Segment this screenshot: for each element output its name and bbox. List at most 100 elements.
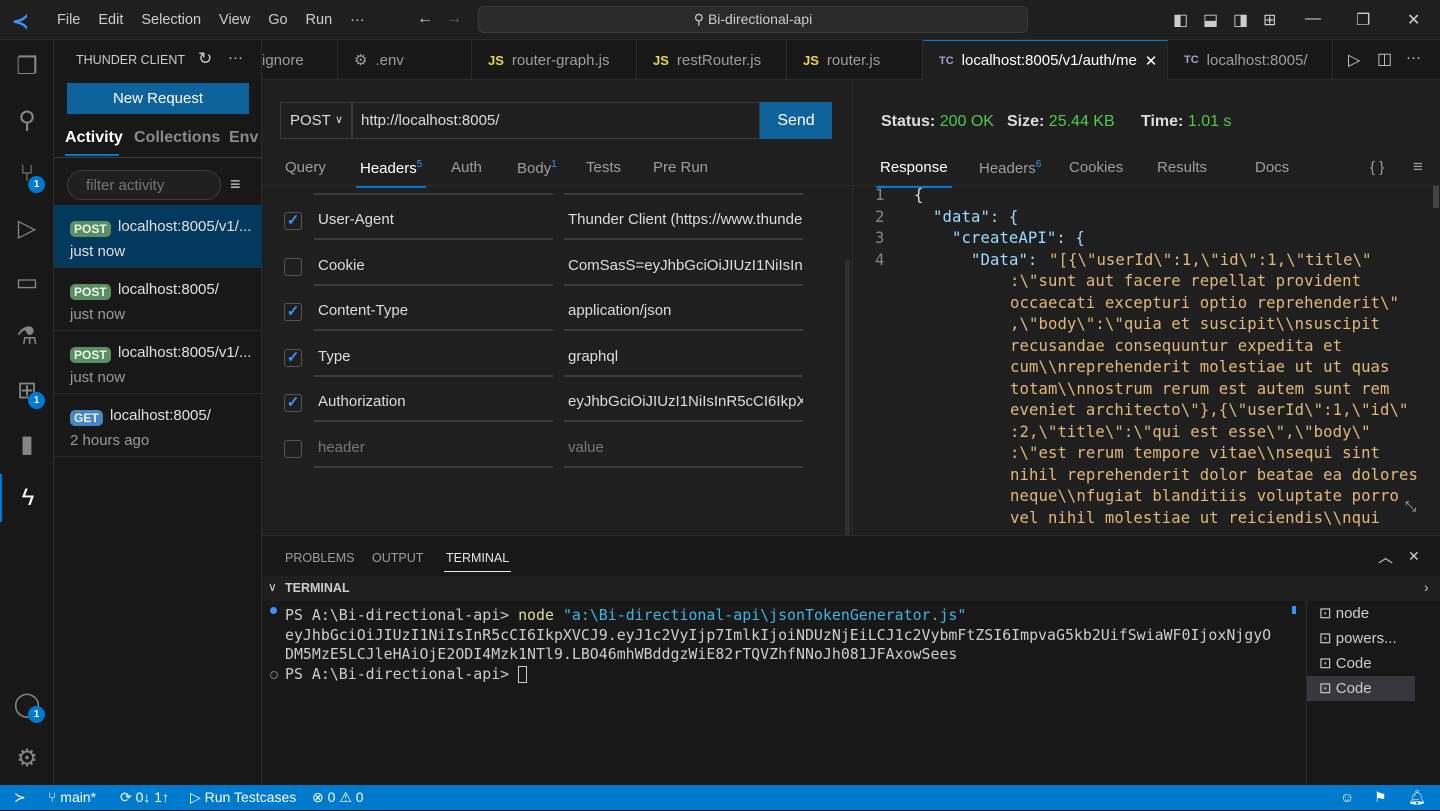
checkbox[interactable]: [284, 258, 302, 276]
search-icon[interactable]: ⚲: [0, 96, 54, 144]
checkbox[interactable]: [284, 440, 302, 458]
toggle-sidebar-icon[interactable]: ◧: [1173, 10, 1188, 30]
source-control-icon[interactable]: ⑂ 1: [0, 150, 54, 198]
settings-gear-icon[interactable]: ⚙: [0, 734, 54, 782]
split-editor-icon[interactable]: ◫: [1377, 49, 1392, 69]
remote-icon[interactable]: ≻: [14, 789, 26, 806]
tab-auth-me[interactable]: TC localhost:8005/v1/auth/me ✕: [923, 40, 1168, 80]
tab-query[interactable]: Query: [285, 159, 326, 176]
send-button[interactable]: Send: [760, 102, 832, 139]
more-actions-icon[interactable]: ···: [1406, 49, 1421, 66]
menu-edit[interactable]: Edit: [89, 12, 132, 28]
accounts-icon[interactable]: ◯ 1: [0, 680, 54, 728]
tab-headers[interactable]: Headers5: [355, 159, 427, 188]
tab-results[interactable]: Results: [1157, 159, 1207, 176]
sort-icon[interactable]: ≡: [230, 174, 241, 195]
tab-localhost[interactable]: TC localhost:8005/: [1168, 40, 1333, 80]
more-actions-icon[interactable]: ···: [228, 49, 243, 66]
tab-rest-router[interactable]: JS restRouter.js: [637, 40, 787, 80]
tab-env[interactable]: Env: [229, 129, 258, 147]
menu-run[interactable]: Run: [297, 12, 342, 28]
close-icon[interactable]: ✕: [1145, 52, 1158, 70]
feedback-icon[interactable]: ⚑: [1374, 789, 1387, 806]
toggle-panel-icon[interactable]: ⬓: [1203, 10, 1218, 30]
header-value[interactable]: application/json: [564, 291, 803, 331]
tab-cookies[interactable]: Cookies: [1069, 159, 1123, 176]
header-value[interactable]: */*: [564, 186, 803, 195]
explorer-icon[interactable]: ❐: [0, 42, 54, 90]
thunder-client-icon[interactable]: ϟ: [0, 474, 54, 522]
extensions-icon[interactable]: ⊞ 1: [0, 366, 54, 414]
activity-item[interactable]: POST localhost:8005/v1/... just now: [54, 205, 262, 268]
remote-explorer-icon[interactable]: ▭: [0, 258, 54, 306]
tab-terminal[interactable]: TERMINAL: [443, 551, 512, 572]
menu-icon[interactable]: ≡: [1413, 157, 1423, 177]
checkbox[interactable]: ✓: [284, 349, 302, 367]
activity-item[interactable]: POST localhost:8005/v1/... just now: [54, 331, 262, 394]
maximize-panel-icon[interactable]: ︿: [1378, 546, 1393, 567]
resize-icon[interactable]: ⤡: [1405, 498, 1416, 515]
tab-router-graph[interactable]: JS router-graph.js: [472, 40, 637, 80]
terminal-item[interactable]: ⊡ Code: [1307, 676, 1415, 701]
problems-status[interactable]: ⊗ 0 ⚠ 0: [312, 789, 364, 806]
header-key[interactable]: User-Agent: [314, 200, 553, 240]
header-key-input[interactable]: header: [314, 428, 553, 468]
response-body[interactable]: 1 2 3 4 { "data": { "createAPI": { "Data…: [853, 185, 1433, 535]
charts-icon[interactable]: ▮: [0, 420, 54, 468]
tab-gitignore[interactable]: ignore: [246, 40, 338, 80]
tab-tests[interactable]: Tests: [586, 159, 621, 176]
tab-auth[interactable]: Auth: [451, 159, 482, 176]
checkbox[interactable]: ✓: [284, 212, 302, 230]
scrollbar[interactable]: [1292, 606, 1296, 614]
menu-go[interactable]: Go: [259, 12, 296, 28]
header-value[interactable]: graphql: [564, 337, 803, 377]
tab-env-file[interactable]: ⚙ .env: [338, 40, 472, 80]
tab-collections[interactable]: Collections: [134, 129, 220, 147]
tab-activity[interactable]: Activity: [65, 129, 123, 147]
activity-item[interactable]: POST localhost:8005/just now: [54, 268, 262, 331]
run-icon[interactable]: ▷: [1348, 50, 1360, 70]
header-value[interactable]: eyJhbGciOiJIUzI1NiIsInR5cCI6IkpXVCJ9: [564, 382, 803, 422]
close-window-icon[interactable]: ✕: [1407, 10, 1420, 30]
tab-response[interactable]: Response: [876, 159, 952, 188]
format-json-icon[interactable]: { }: [1370, 159, 1384, 176]
close-panel-icon[interactable]: ✕: [1408, 548, 1420, 565]
activity-item[interactable]: GET localhost:8005/2 hours ago: [54, 394, 262, 457]
toggle-secondary-sidebar-icon[interactable]: ◨: [1233, 10, 1248, 30]
tab-output[interactable]: OUTPUT: [372, 551, 423, 565]
tab-response-headers[interactable]: Headers6: [979, 159, 1041, 177]
tab-body[interactable]: Body1: [517, 159, 557, 177]
sync-status[interactable]: ⟳ 0↓ 1↑: [120, 789, 169, 806]
menu-file[interactable]: File: [48, 12, 89, 28]
testing-icon[interactable]: ⚗: [0, 312, 54, 360]
command-center[interactable]: ⚲ Bi-directional-api: [478, 6, 1028, 33]
header-value-input[interactable]: value: [564, 428, 803, 468]
restore-icon[interactable]: ❐: [1356, 10, 1370, 30]
filter-activity-input[interactable]: [67, 170, 221, 200]
header-key[interactable]: Authorization: [314, 382, 553, 422]
header-key[interactable]: Content-Type: [314, 291, 553, 331]
copilot-icon[interactable]: ☺: [1340, 789, 1354, 805]
customize-layout-icon[interactable]: ⊞: [1263, 10, 1276, 30]
minimize-icon[interactable]: —: [1305, 10, 1321, 28]
url-input[interactable]: [352, 102, 760, 139]
terminal[interactable]: PS A:\Bi-directional-api> node "a:\Bi-di…: [262, 601, 1306, 811]
notifications-bell-icon[interactable]: 🔔︎: [1408, 789, 1426, 806]
chevron-right-icon[interactable]: ›: [1424, 579, 1429, 595]
header-key[interactable]: Accept: [314, 186, 553, 195]
terminal-item[interactable]: ⊡ powers...: [1307, 626, 1415, 651]
run-debug-icon[interactable]: ▷: [0, 204, 54, 252]
branch-status[interactable]: ⑂ main*: [48, 789, 96, 805]
forward-icon[interactable]: →: [446, 10, 462, 28]
terminal-section-header[interactable]: ∨ TERMINAL ›: [262, 576, 1440, 601]
header-value[interactable]: Thunder Client (https://www.thunderclien…: [564, 200, 803, 240]
new-request-button[interactable]: New Request: [67, 83, 249, 114]
scrollbar[interactable]: [845, 260, 850, 535]
tab-pre-run[interactable]: Pre Run: [653, 159, 708, 176]
refresh-icon[interactable]: ↻: [198, 49, 212, 69]
menu-view[interactable]: View: [210, 12, 259, 28]
checkbox[interactable]: ✓: [284, 394, 302, 412]
run-testcases[interactable]: ▷ Run Testcases: [190, 789, 296, 806]
checkbox[interactable]: ✓: [284, 303, 302, 321]
terminal-item[interactable]: ⊡ Code: [1307, 651, 1415, 676]
